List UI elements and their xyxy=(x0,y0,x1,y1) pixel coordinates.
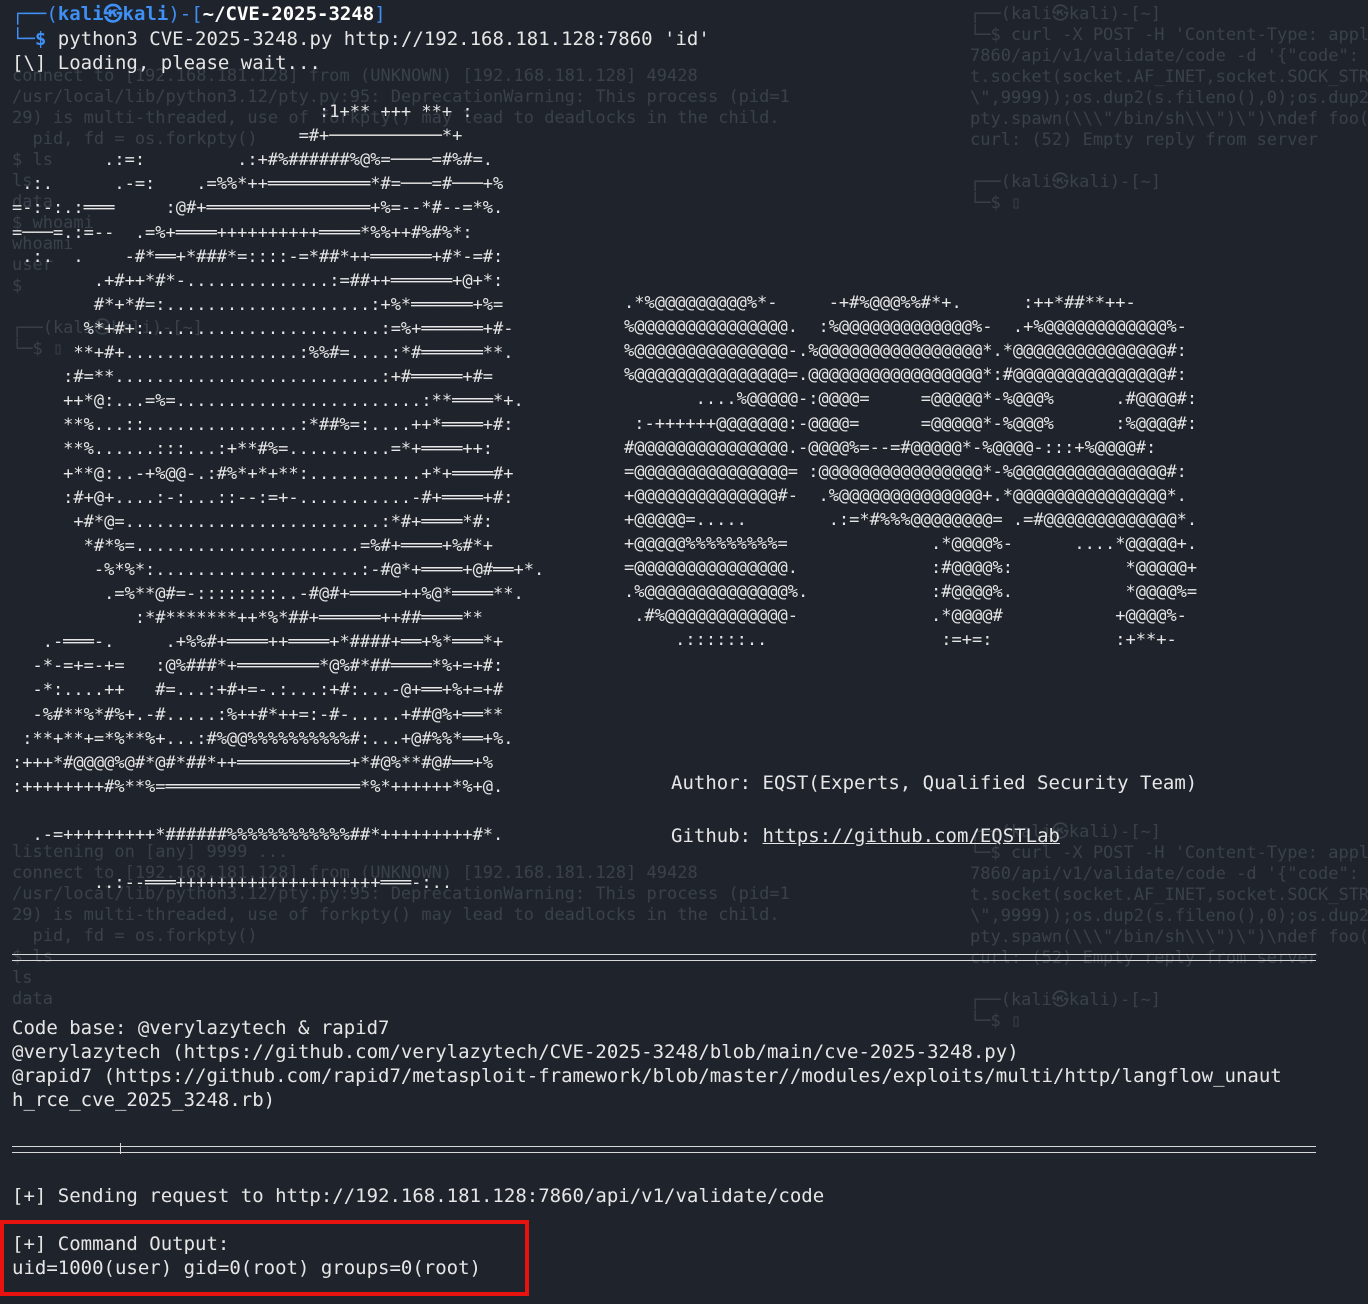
logo-art-line: .*%@@@@@@@@@%*- -+#%@@@%%#*+. :++*##**++… xyxy=(624,293,1136,313)
prompt-at-symbol: ㉿ xyxy=(103,3,123,25)
logo-art-line: %@@@@@@@@@@@@@@@. :%@@@@@@@@@@@@@%- .+%@… xyxy=(624,317,1187,338)
ascii-art-line: .-═══-. .+%%#+════++════+*####+══+%*═══*… xyxy=(12,632,504,653)
author-line: Author: EQST(Experts, Qualified Security… xyxy=(671,771,1197,795)
ascii-art-line: .:=: .:+#%######%@%=────=#%#=. xyxy=(12,150,494,171)
prompt-corner: ┌──( xyxy=(12,3,58,25)
logo-art-line: .%@@@@@@@@@@@@@@%. :#@@@@%. *@@@@%= xyxy=(624,582,1198,603)
ascii-art-line: :**+**+=*%**%+...:#%@@%%%%%%%%%%#:...+@#… xyxy=(12,728,514,749)
ascii-art-line: :++++++++#%**%=═══════════════════*%*+++… xyxy=(12,776,504,797)
logo-art-line: #@@@@@@@@@@@@@@@.-@@@@%=--=#@@@@@*-%@@@@… xyxy=(624,437,1157,458)
ascii-art-line: .-=+++++++++*######%%%%%%%%%%%%##*++++++… xyxy=(12,825,504,845)
github-link[interactable]: https://github.com/EQSTLab xyxy=(763,825,1060,847)
ascii-art-line: :#=**..........................:+#═════+… xyxy=(12,367,494,388)
ascii-art-line: :+++*#@@@@%@#*@#*##*++═══════════+*#@%**… xyxy=(12,752,494,773)
prompt-bracket-end: ] xyxy=(374,3,386,25)
output-highlight-box xyxy=(0,1220,529,1296)
prompt-line-1: ┌──(kali㉿kali)-[~/CVE-2025-3248] xyxy=(12,2,386,26)
ghost-text-right-top: ┌──(kali㉿kali)-[~] └─$ curl -X POST -H '… xyxy=(970,4,1368,213)
reference-verylazytech: @verylazytech (https://github.com/veryla… xyxy=(12,1041,1019,1063)
ghost-text-left-mid: listening on [any] 9999 ... connect to [… xyxy=(12,842,790,1009)
reference-rapid7-cont: h_rce_cve_2025_3248.rb) xyxy=(12,1089,276,1111)
prompt-corner-bottom: └─ xyxy=(12,28,35,50)
logo-art-line: ....%@@@@@-:@@@@= =@@@@@*-%@@@% .#@@@@#: xyxy=(624,389,1198,410)
ascii-art-line: .:. . -#*══+*###*=::::-=*##*++══════+#*-… xyxy=(12,246,504,267)
terminal-window[interactable]: ┌──(kali㉿kali)-[~] └─$ curl -X POST -H '… xyxy=(0,0,1368,1304)
ascii-art-line: -%#**%*#%+.-#.....:%++#*++=:-#-.....+##@… xyxy=(12,704,504,725)
author-label: Author: xyxy=(671,772,752,794)
author-value: EQST(Experts, Qualified Security Team) xyxy=(751,772,1198,794)
prompt-line-2: └─$ python3 CVE-2025-3248.py http://192.… xyxy=(12,27,710,51)
prompt-user: kali xyxy=(57,3,104,25)
ascii-art-line: -%*%*:....................:-#@*+════+@#═… xyxy=(12,559,545,580)
ascii-art-line: =───=.:=-- .=%+════++++++++++════*%%++#%… xyxy=(12,222,473,243)
logo-art-line: =@@@@@@@@@@@@@@@= :@@@@@@@@@@@@@@@@*-%@@… xyxy=(624,461,1187,482)
logo-art-line: =@@@@@@@@@@@@@@@. :#@@@@%: *@@@@@+ xyxy=(624,558,1198,579)
command-text: python3 CVE-2025-3248.py http://192.168.… xyxy=(46,28,710,50)
reference-rapid7: @rapid7 (https://github.com/rapid7/metas… xyxy=(12,1065,1282,1087)
ascii-art-line: +#*@=.........................:*#+════*#… xyxy=(12,511,494,532)
ascii-art-line: ++*@:...=%=........................:**══… xyxy=(12,391,524,412)
github-line: Github: https://github.com/EQSTLab xyxy=(671,824,1060,848)
ascii-art-line: :#+@+....:-:...::--:=+-...........-#+═══… xyxy=(12,487,514,508)
ascii-art-line: =-:-:.:═══ :@#+════════════════+%=--*#--… xyxy=(12,198,504,219)
logo-art-line: :-++++++@@@@@@@:-@@@@= =@@@@@*-%@@@% :%@… xyxy=(624,413,1198,434)
ascii-art-line: .+#++*#*-..............:=##++══════+@+*: xyxy=(12,270,504,291)
loading-text: [\] Loading, please wait... xyxy=(12,52,321,74)
ascii-art-line: =#+───────────*+ xyxy=(12,126,463,147)
prompt-bracket: )-[ xyxy=(168,3,203,25)
ascii-art-line: -*-=+=-+= :@%###*+════════*@%#*##════*%+… xyxy=(12,656,504,677)
ascii-art-line: **%...::...............:*##%=:....++*═══… xyxy=(12,415,514,436)
logo-art-line: %@@@@@@@@@@@@@@@=.@@@@@@@@@@@@@@@@@*:#@@… xyxy=(624,365,1187,386)
ascii-art-line: %*+#+:.......................:=%+══════+… xyxy=(12,318,514,339)
ascii-art-line: ..:--═══++++++++++++++++++++═══-:.. xyxy=(12,873,453,894)
ascii-art-line: :1+** +++ **+ : xyxy=(12,102,473,122)
ascii-art-line: *#*%=......................=%#+════+%#*+ xyxy=(12,535,494,556)
sending-request-text: [+] Sending request to http://192.168.18… xyxy=(12,1185,825,1207)
ghost-text-right-mid: ┌──(kali㉿kali)-[~] └─$ curl -X POST -H '… xyxy=(970,822,1368,1031)
prompt-dollar: $ xyxy=(34,28,47,50)
logo-art-line: +@@@@@=..... .:=*#%%%@@@@@@@@= .=#@@@@@@… xyxy=(624,509,1198,530)
code-base-text: Code base: @verylazytech & rapid7 xyxy=(12,1017,390,1039)
logo-art-line: %@@@@@@@@@@@@@@@-.%@@@@@@@@@@@@@@@@*.*@@… xyxy=(624,341,1187,362)
separator-tick xyxy=(120,1143,121,1154)
logo-art-line: +@@@@@@@@@@@@@@#- .%@@@@@@@@@@@@@@+.*@@@… xyxy=(624,485,1187,506)
prompt-host: kali xyxy=(122,3,169,25)
github-label: Github: xyxy=(671,825,752,847)
logo-art-line: .::::::.. :=+=: :+**+- xyxy=(624,630,1177,651)
separator-line-1 xyxy=(12,954,1316,961)
logo-art-line: +@@@@@%%%%%%%%%= .*@@@@%- ....*@@@@@+. xyxy=(624,534,1198,554)
ascii-art-line: .=%**@#=-::::::::..-#@#+═════++%@*════**… xyxy=(12,584,524,604)
logo-art-line: .#%@@@@@@@@@@@@- .*@@@@# +@@@@%- xyxy=(624,606,1187,627)
ascii-art-line: **%......:::...:+**#%=..........=*+════+… xyxy=(12,439,494,460)
ascii-art-line: -*:....++ #=...:+#+=-.:...:+#:...-@+══+%… xyxy=(12,680,504,701)
ascii-art-line: +**@:..-+%@@-.:#%*+*+**:...........+*+══… xyxy=(12,463,514,484)
ascii-art-line: **+#+.................:%%#=....:*#══════… xyxy=(12,343,514,363)
ascii-art-line: :*#*******++*%*##+══════++##════** xyxy=(12,608,483,629)
ascii-art-line: #*+*#=:....................:+%*══════+%= xyxy=(12,294,504,315)
ascii-art-line: .:. .-=: .=%%*++══════════*#=───=#───+% xyxy=(12,174,504,195)
prompt-path: ~/CVE-2025-3248 xyxy=(202,3,375,25)
separator-line-2 xyxy=(12,1143,1316,1154)
